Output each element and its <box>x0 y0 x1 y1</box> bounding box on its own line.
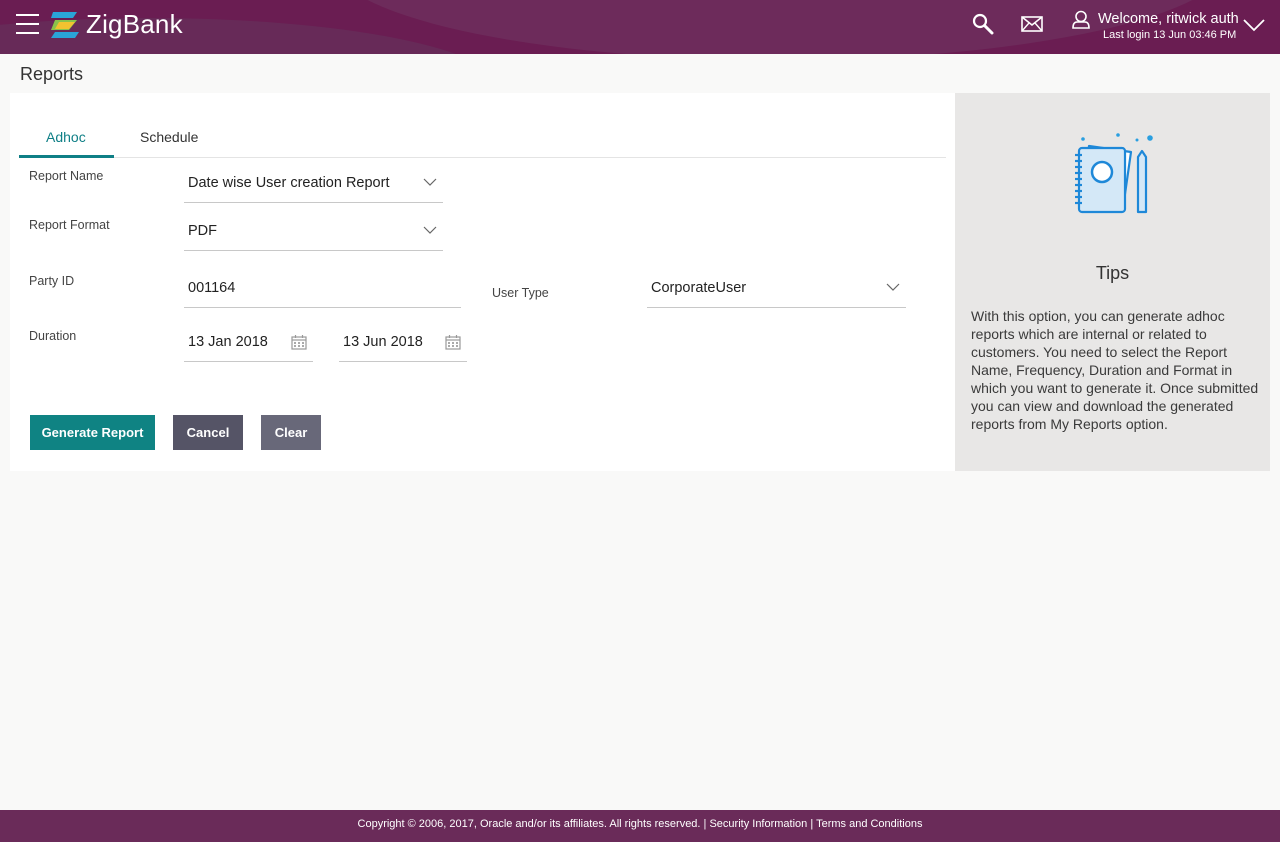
party-id-input[interactable]: 001164 <box>184 274 461 308</box>
duration-from-input[interactable]: 13 Jan 2018 <box>184 328 313 362</box>
tips-text: With this option, you can generate adhoc… <box>971 308 1259 432</box>
duration-to-input[interactable]: 13 Jun 2018 <box>339 328 467 362</box>
chevron-down-icon[interactable] <box>1242 18 1266 32</box>
logo-icon <box>51 11 79 38</box>
cancel-button[interactable]: Cancel <box>173 415 243 450</box>
chevron-down-icon <box>886 283 900 291</box>
user-icon[interactable] <box>1071 10 1091 30</box>
tab-schedule[interactable]: Schedule <box>140 129 198 145</box>
page-title: Reports <box>20 64 84 84</box>
user-type-value: CorporateUser <box>651 280 747 296</box>
tab-adhoc[interactable]: Adhoc <box>46 129 86 145</box>
search-icon[interactable] <box>972 13 994 35</box>
menu-icon[interactable] <box>16 14 39 34</box>
top-header: ZigBank Welcome, ritwick auth Last login… <box>0 0 1280 54</box>
last-login-text: Last login 13 Jun 03:46 PM <box>1103 29 1237 41</box>
report-name-select[interactable]: Date wise User creation Report <box>184 169 443 203</box>
active-tab-indicator <box>19 155 114 158</box>
user-type-label: User Type <box>492 286 549 300</box>
chevron-down-icon <box>423 178 437 186</box>
report-name-value: Date wise User creation Report <box>188 175 390 191</box>
report-format-select[interactable]: PDF <box>184 217 443 251</box>
report-format-value: PDF <box>188 223 217 239</box>
calendar-icon[interactable] <box>291 334 307 350</box>
mail-icon[interactable] <box>1021 16 1043 32</box>
notebook-icon <box>1075 133 1153 214</box>
brand-logo[interactable]: ZigBank <box>49 9 183 40</box>
generate-report-button[interactable]: Generate Report <box>30 415 155 450</box>
clear-button[interactable]: Clear <box>261 415 321 450</box>
tips-panel: Tips With this option, you can generate … <box>955 93 1270 471</box>
footer: Copyright © 2006, 2017, Oracle and/or it… <box>0 810 1280 842</box>
calendar-icon[interactable] <box>445 334 461 350</box>
chevron-down-icon <box>423 226 437 234</box>
copyright-text: Copyright © 2006, 2017, Oracle and/or it… <box>357 818 707 830</box>
security-information-link[interactable]: Security Information <box>709 818 807 830</box>
welcome-text[interactable]: Welcome, ritwick auth <box>1098 11 1239 27</box>
duration-from-value: 13 Jan 2018 <box>188 334 268 350</box>
duration-label: Duration <box>29 329 77 343</box>
reports-form-card: Adhoc Schedule Report Name Date wise Use… <box>10 93 955 471</box>
party-id-label: Party ID <box>29 274 75 288</box>
footer-separator: | <box>810 818 814 830</box>
duration-to-value: 13 Jun 2018 <box>343 334 423 350</box>
brand-name: ZigBank <box>86 9 183 39</box>
report-name-label: Report Name <box>29 169 104 183</box>
report-format-label: Report Format <box>29 218 110 232</box>
user-type-select[interactable]: CorporateUser <box>647 274 906 308</box>
terms-and-conditions-link[interactable]: Terms and Conditions <box>816 818 922 830</box>
party-id-value: 001164 <box>188 280 236 296</box>
header-decoration <box>330 0 1230 54</box>
tab-bar: Adhoc Schedule <box>19 121 946 158</box>
tips-title: Tips <box>1095 263 1130 283</box>
